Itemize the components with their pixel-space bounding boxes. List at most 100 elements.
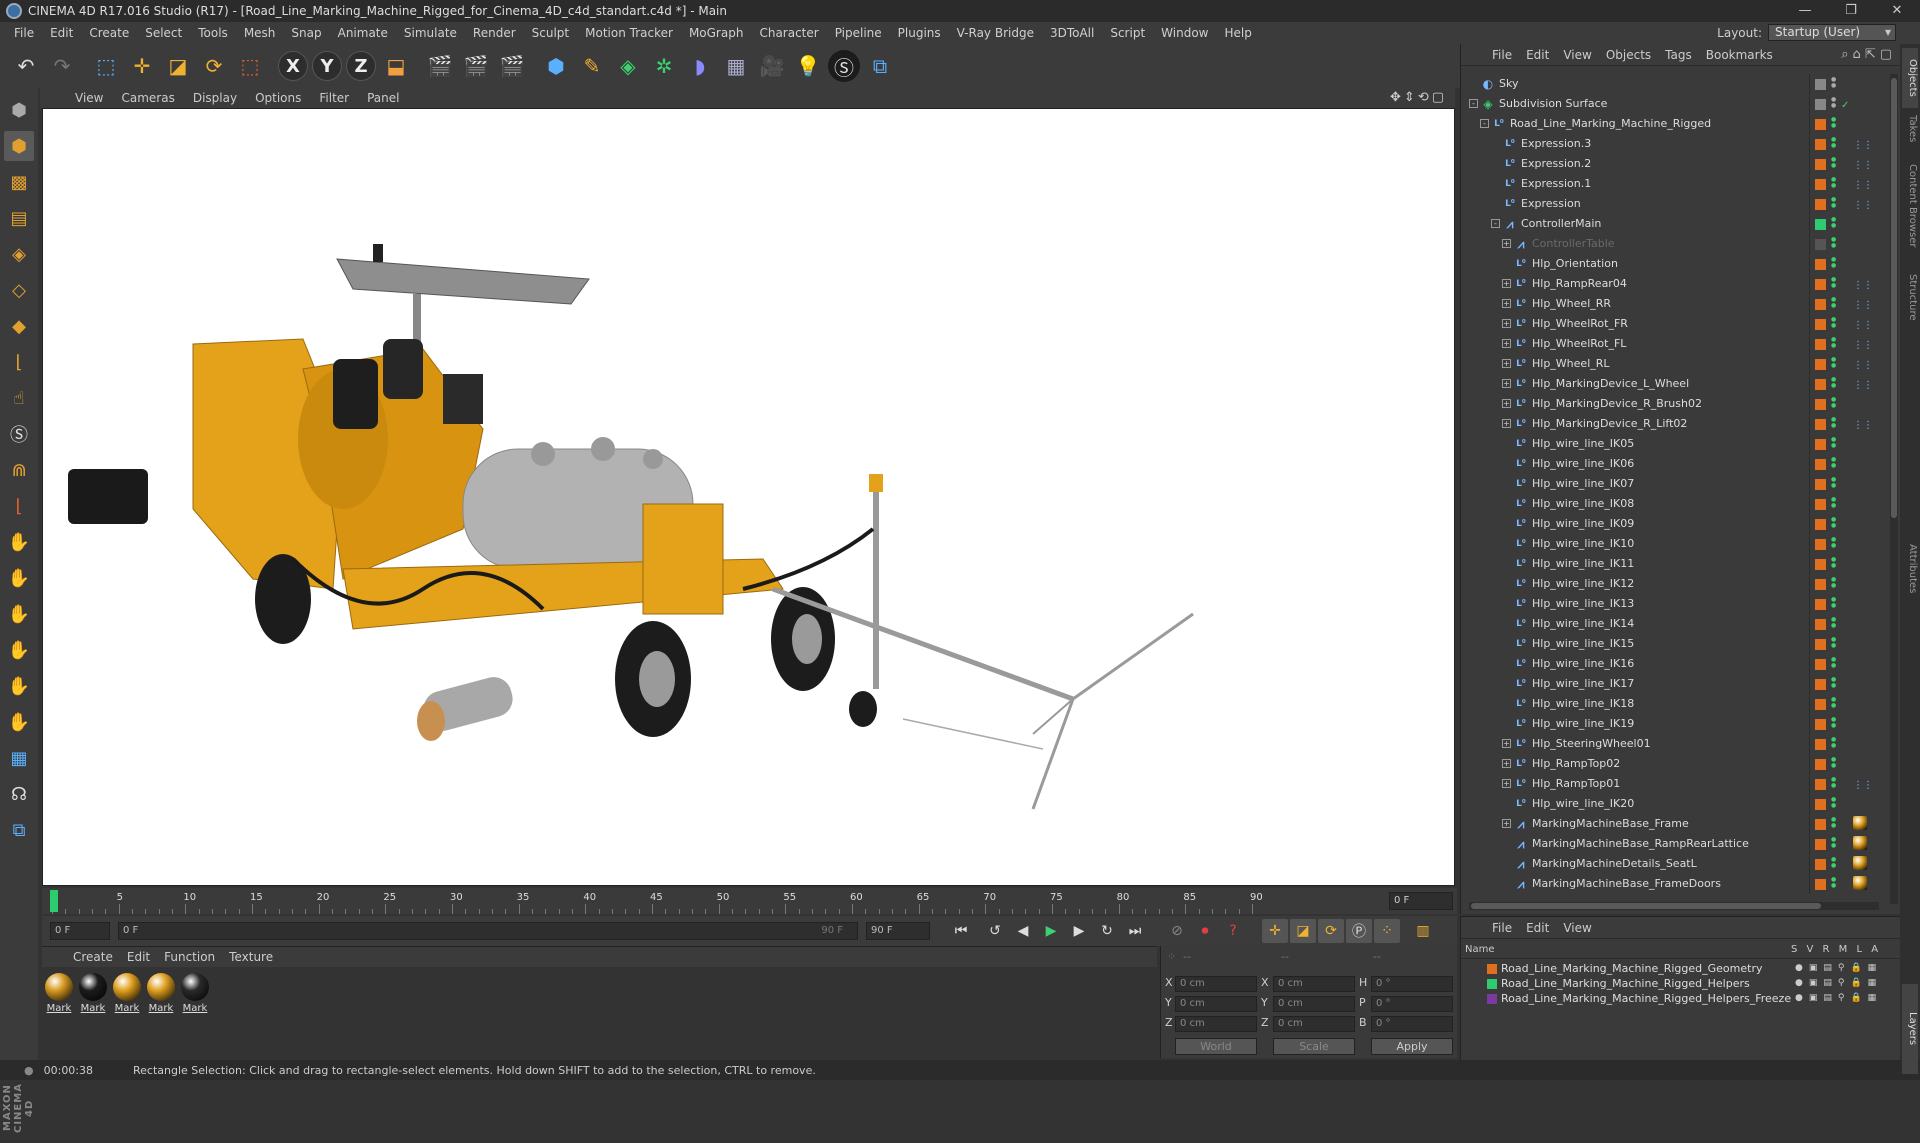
expand-icon[interactable]: + <box>1502 279 1511 288</box>
timeline-window-icon[interactable]: ▥ <box>1410 919 1436 943</box>
visibility-dots-icon[interactable]: ● ● <box>1831 77 1837 89</box>
maximize-icon[interactable]: ❐ <box>1828 0 1874 22</box>
object-row[interactable]: L⁰ Hlp_wire_line_IK13 ● ● <box>1461 594 1889 614</box>
viewport-menu-cameras[interactable]: Cameras <box>112 91 183 105</box>
menu-animate[interactable]: Animate <box>330 22 396 44</box>
menu-3dtoall[interactable]: 3DToAll <box>1042 22 1102 44</box>
menu-plugins[interactable]: Plugins <box>890 22 949 44</box>
layer-color-swatch[interactable] <box>1815 479 1826 490</box>
object-menu-tags[interactable]: Tags <box>1658 48 1699 62</box>
x-axis-lock-button[interactable]: X <box>278 51 308 81</box>
nurbs-subdivision-icon[interactable]: ◈ <box>612 50 644 82</box>
material-menu-create[interactable]: Create <box>66 950 120 964</box>
layer-color-swatch[interactable] <box>1815 639 1826 650</box>
layer-color-swatch[interactable] <box>1815 739 1826 750</box>
key-pla-icon[interactable]: ⁘ <box>1374 919 1400 943</box>
material-menu-edit[interactable]: Edit <box>120 950 157 964</box>
layer-color-swatch[interactable] <box>1815 259 1826 270</box>
xpresso-tag-icon[interactable]: ⋮⋮ <box>1853 316 1873 336</box>
material-swatch[interactable]: Mark <box>144 973 178 1014</box>
object-row[interactable]: ⩘ MarkingMachineBase_FrameDoors ● ● <box>1461 874 1889 894</box>
object-row[interactable]: + L⁰ Hlp_MarkingDevice_R_Lift02 ● ● ⋮⋮ <box>1461 414 1889 434</box>
python-icon[interactable]: ⧉ <box>864 50 896 82</box>
autokey-icon[interactable]: ? <box>1220 919 1246 943</box>
collapse-icon[interactable]: - <box>1469 99 1478 108</box>
object-row[interactable]: + L⁰ Hlp_RampRear04 ● ● ⋮⋮ <box>1461 274 1889 294</box>
visibility-dots-icon[interactable]: ● ● <box>1831 577 1837 589</box>
layer-color-swatch[interactable] <box>1815 139 1826 150</box>
layer-color-swatch[interactable] <box>1815 239 1826 250</box>
expand-icon[interactable]: + <box>1502 239 1511 248</box>
sculpt-pull-icon[interactable]: ✋ <box>4 635 34 665</box>
sculpt-brush-icon[interactable]: ✋ <box>4 563 34 593</box>
object-row[interactable]: L⁰ Hlp_wire_line_IK18 ● ● <box>1461 694 1889 714</box>
rotate-icon[interactable]: ⟳ <box>198 50 230 82</box>
sculpt-knife-icon[interactable]: ✋ <box>4 671 34 701</box>
key-position-icon[interactable]: ✛ <box>1262 919 1288 943</box>
deformer-icon[interactable]: ◗ <box>684 50 716 82</box>
layer-color-swatch[interactable] <box>1815 459 1826 470</box>
object-row[interactable]: L⁰ Hlp_Orientation ● ● <box>1461 254 1889 274</box>
layer-row[interactable]: Road_Line_Marking_Machine_Rigged_Helpers… <box>1461 991 1901 1006</box>
object-row[interactable]: L⁰ Hlp_wire_line_IK07 ● ● <box>1461 474 1889 494</box>
visibility-dots-icon[interactable]: ● ● <box>1831 817 1837 829</box>
visibility-dots-icon[interactable]: ● ● <box>1831 457 1837 469</box>
xpresso-tag-icon[interactable]: ⋮⋮ <box>1853 296 1873 316</box>
material-menu-texture[interactable]: Texture <box>222 950 280 964</box>
object-row[interactable]: L⁰ Expression.2 ● ● ⋮⋮ <box>1461 154 1889 174</box>
material-tag-icon[interactable] <box>1853 856 1867 870</box>
menu-v-ray-bridge[interactable]: V-Ray Bridge <box>949 22 1042 44</box>
solo-icon[interactable]: ☊ <box>4 779 34 809</box>
viewport-menu-panel[interactable]: Panel <box>358 91 408 105</box>
visibility-dots-icon[interactable]: ● ● <box>1831 177 1837 189</box>
visibility-dots-icon[interactable]: ● ● <box>1831 357 1837 369</box>
y-position-field[interactable]: 0 cm <box>1175 996 1257 1012</box>
object-row[interactable]: + L⁰ Hlp_Wheel_RL ● ● ⋮⋮ <box>1461 354 1889 374</box>
menu-simulate[interactable]: Simulate <box>396 22 465 44</box>
z-axis-lock-button[interactable]: Z <box>346 51 376 81</box>
render-view-icon[interactable]: 🎬 <box>424 50 456 82</box>
y-size-field[interactable]: 0 cm <box>1273 996 1355 1012</box>
layer-color-swatch[interactable] <box>1815 779 1826 790</box>
visibility-dots-icon[interactable]: ● ● <box>1831 417 1837 429</box>
visibility-dots-icon[interactable]: ● ● <box>1831 337 1837 349</box>
x-size-field[interactable]: 0 cm <box>1273 976 1355 992</box>
object-row[interactable]: + L⁰ Hlp_SteeringWheel01 ● ● <box>1461 734 1889 754</box>
coordinate-system-icon[interactable]: ⬓ <box>380 50 412 82</box>
play-forward-icon[interactable]: ▶ <box>1038 919 1064 943</box>
xpresso-tag-icon[interactable]: ⋮⋮ <box>1853 196 1873 216</box>
dock-tab-content-browser[interactable]: Content Browser <box>1902 156 1918 256</box>
layer-menu-view[interactable]: View <box>1556 921 1598 935</box>
xpresso-tag-icon[interactable]: ⋮⋮ <box>1853 176 1873 196</box>
object-menu-view[interactable]: View <box>1556 48 1598 62</box>
cube-primitive-icon[interactable]: ⬢ <box>540 50 572 82</box>
layer-color-swatch[interactable] <box>1815 759 1826 770</box>
layer-row[interactable]: Road_Line_Marking_Machine_Rigged_Helpers… <box>1461 976 1901 991</box>
redo-icon[interactable]: ↷ <box>46 50 78 82</box>
points-mode-icon[interactable]: ◈ <box>4 239 34 269</box>
menu-sculpt[interactable]: Sculpt <box>524 22 577 44</box>
p-rotation-field[interactable]: 0 ° <box>1371 996 1453 1012</box>
xpresso-tag-icon[interactable]: ⋮⋮ <box>1853 276 1873 296</box>
object-tree[interactable]: ◐ Sky ● ● - ◈ Subdivision Surface ● ● ✓ - L⁰ Road_Li… <box>1461 74 1889 904</box>
workplane-mode-icon[interactable]: ▤ <box>4 203 34 233</box>
menu-help[interactable]: Help <box>1216 22 1259 44</box>
visibility-dots-icon[interactable]: ● ● <box>1831 597 1837 609</box>
xpresso-tag-icon[interactable]: ⋮⋮ <box>1853 356 1873 376</box>
layer-color-swatch[interactable] <box>1815 319 1826 330</box>
layer-color-swatch[interactable] <box>1815 339 1826 350</box>
viewport-navigation-icon[interactable]: ✥⇕⟲▢ <box>1390 90 1447 105</box>
dock-tab-takes[interactable]: Takes <box>1902 104 1918 154</box>
object-menu-edit[interactable]: Edit <box>1519 48 1556 62</box>
layer-color-swatch[interactable] <box>1815 859 1826 870</box>
menu-character[interactable]: Character <box>751 22 826 44</box>
object-menu-objects[interactable]: Objects <box>1599 48 1658 62</box>
layer-color-swatch[interactable] <box>1815 419 1826 430</box>
object-row[interactable]: + L⁰ Hlp_WheelRot_FR ● ● ⋮⋮ <box>1461 314 1889 334</box>
object-row[interactable]: + ⩘ MarkingMachineBase_Frame ● ● <box>1461 814 1889 834</box>
object-row[interactable]: L⁰ Hlp_wire_line_IK16 ● ● <box>1461 654 1889 674</box>
layer-color-swatch[interactable] <box>1815 719 1826 730</box>
viewport-menu-display[interactable]: Display <box>184 91 246 105</box>
key-scale-icon[interactable]: ◪ <box>1290 919 1316 943</box>
object-row[interactable]: - L⁰ Road_Line_Marking_Machine_Rigged ● ● <box>1461 114 1889 134</box>
